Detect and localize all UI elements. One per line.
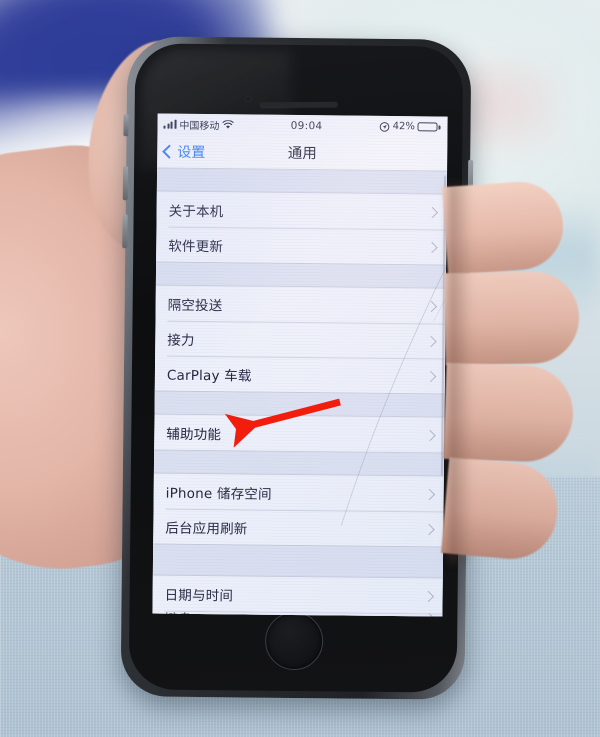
row-accessibility[interactable]: 辅助功能 xyxy=(154,415,444,453)
status-bar-clock: 09:04 xyxy=(290,119,323,132)
row-label: 接力 xyxy=(167,332,195,349)
row-label: 软件更新 xyxy=(168,238,224,255)
row-about[interactable]: 关于本机 xyxy=(156,192,446,230)
status-bar: 中国移动 09:04 42% xyxy=(157,113,448,138)
location-services-icon xyxy=(379,121,390,132)
status-bar-left: 中国移动 xyxy=(163,117,234,133)
page-title: 通用 xyxy=(287,145,317,163)
battery-icon xyxy=(417,122,441,132)
row-label: iPhone 储存空间 xyxy=(165,485,272,503)
volume-up-button[interactable] xyxy=(122,214,128,249)
group-accessibility: 辅助功能 xyxy=(154,413,445,454)
row-carplay[interactable]: CarPlay 车载 xyxy=(155,356,445,394)
status-bar-right: 42% xyxy=(379,120,441,133)
battery-percent-label: 42% xyxy=(392,120,415,133)
wifi-icon xyxy=(222,120,234,129)
settings-list[interactable]: 关于本机 软件更新 隔空投送 接力 CarPlay 车载 辅助功能 iPhone… xyxy=(152,168,448,617)
list-gap-4 xyxy=(152,544,444,578)
list-gap-3 xyxy=(153,450,445,476)
phone-screen: 中国移动 09:04 42% 设置 通用 关于本机 软件更新 隔空投送 接力 C… xyxy=(152,113,448,617)
row-background-app-refresh[interactable]: 后台应用刷新 xyxy=(153,509,443,547)
list-gap-2 xyxy=(154,391,445,417)
row-label: 关于本机 xyxy=(168,203,224,220)
earpiece-speaker-icon xyxy=(259,101,338,108)
row-label: 隔空投送 xyxy=(167,297,223,314)
finger-shadow xyxy=(448,183,472,563)
signal-bars-icon xyxy=(163,119,177,129)
list-top-gap xyxy=(156,168,448,194)
row-label: CarPlay 车载 xyxy=(166,367,252,385)
mute-switch[interactable] xyxy=(123,114,129,137)
home-button[interactable] xyxy=(264,611,324,671)
chevron-right-icon xyxy=(422,611,433,617)
group-continuity: 隔空投送 接力 CarPlay 车载 xyxy=(154,284,446,395)
iphone-device: 中国移动 09:04 42% 设置 通用 关于本机 软件更新 隔空投送 接力 C… xyxy=(120,36,474,700)
row-airdrop[interactable]: 隔空投送 xyxy=(155,286,445,324)
row-software-update[interactable]: 软件更新 xyxy=(156,227,446,265)
row-handoff[interactable]: 接力 xyxy=(155,321,445,359)
carrier-label: 中国移动 xyxy=(179,120,220,133)
volume-down-button[interactable] xyxy=(122,166,129,201)
row-iphone-storage[interactable]: iPhone 储存空间 xyxy=(154,474,444,512)
photo-scene: 中国移动 09:04 42% 设置 通用 关于本机 软件更新 隔空投送 接力 C… xyxy=(0,0,600,737)
group-device: 关于本机 软件更新 xyxy=(156,190,447,266)
row-label: 辅助功能 xyxy=(166,426,222,443)
group-datetime: 日期与时间 键盘 xyxy=(152,574,443,617)
group-storage: iPhone 储存空间 后台应用刷新 xyxy=(153,472,444,548)
row-date-time[interactable]: 日期与时间 xyxy=(152,576,442,614)
front-camera-icon xyxy=(244,95,252,103)
row-label: 后台应用刷新 xyxy=(165,520,248,538)
list-gap-1 xyxy=(155,262,447,288)
navigation-bar: 设置 通用 xyxy=(157,134,448,172)
row-label: 日期与时间 xyxy=(164,587,234,604)
